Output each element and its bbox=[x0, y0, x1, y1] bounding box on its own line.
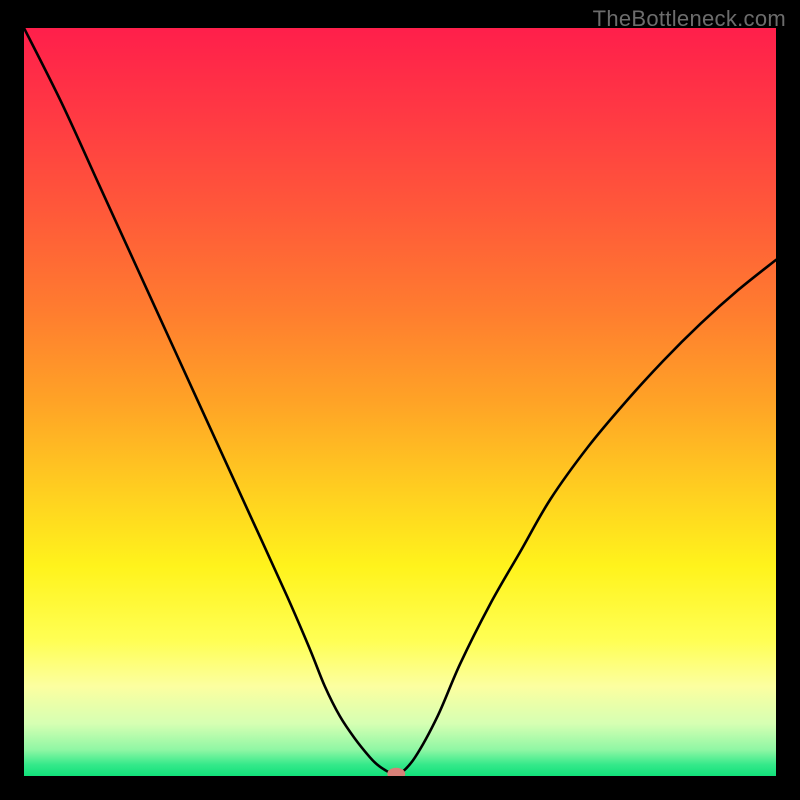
watermark-text: TheBottleneck.com bbox=[593, 6, 786, 32]
plot-area bbox=[24, 28, 776, 776]
bottleneck-chart bbox=[24, 28, 776, 776]
gradient-background bbox=[24, 28, 776, 776]
chart-frame: TheBottleneck.com bbox=[0, 0, 800, 800]
